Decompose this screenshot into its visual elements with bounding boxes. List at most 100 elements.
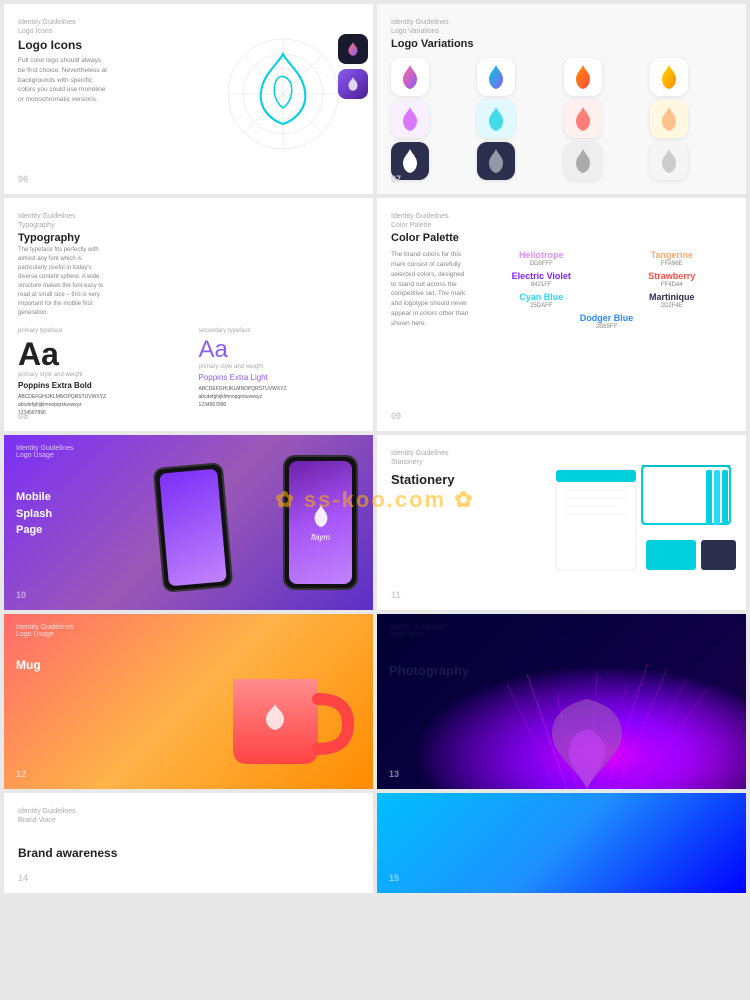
logo-variations-grid bbox=[391, 58, 732, 180]
color-palette-title: Color Palette bbox=[391, 232, 732, 244]
logo-outline-svg bbox=[223, 34, 343, 154]
app-icon-purple bbox=[338, 69, 368, 99]
typo-primary-col: primary typeface Aa primary style and we… bbox=[18, 328, 179, 417]
color-tangerine-name: Tangerine bbox=[612, 250, 733, 261]
logo-var-5 bbox=[391, 100, 429, 138]
color-strawberry: Strawberry FF4D44 bbox=[612, 271, 733, 288]
logo-var-11 bbox=[564, 142, 602, 180]
section-num-13: 13 bbox=[389, 769, 399, 779]
phone-front-screen: flaym bbox=[289, 461, 352, 584]
section-num-15: 15 bbox=[389, 873, 399, 883]
typo-secondary-name: Poppins Extra Light bbox=[199, 373, 360, 382]
phone-front: flaym bbox=[283, 455, 358, 590]
section-num-09: 09 bbox=[391, 411, 401, 421]
typo-primary-aa: Aa bbox=[18, 338, 179, 370]
color-strawberry-hex: FF4D44 bbox=[612, 282, 733, 288]
color-dodger-blue-name: Dodger Blue bbox=[481, 313, 732, 324]
typo-primary-name: Poppins Extra Bold bbox=[18, 381, 179, 390]
typo-secondary-sub: secondary typeface bbox=[199, 328, 360, 334]
card-mug: Identity Guidelines Logo Usage Mug bbox=[4, 614, 373, 789]
card-12-top: Identity Guidelines Logo Usage Mug bbox=[16, 624, 74, 672]
color-electric-violet-hex: 8421FF bbox=[481, 282, 602, 288]
section-num-07: 07 bbox=[391, 174, 401, 184]
phones-area: flaym bbox=[148, 445, 368, 600]
card-09-label: Identity Guidelines Color Palette bbox=[391, 212, 732, 230]
color-martinique-hex: 2D2F4E bbox=[612, 303, 733, 309]
section-num-14: 14 bbox=[18, 873, 28, 883]
color-martinique: Martinique 2D2F4E bbox=[612, 292, 733, 309]
color-heliotrope: Heliotrope DD8FFF bbox=[481, 250, 602, 267]
section-num-10: 10 bbox=[16, 590, 26, 600]
mug-svg bbox=[208, 649, 358, 779]
color-cyan-blue: Cyan Blue 25DAFF bbox=[481, 292, 602, 309]
logo-var-8 bbox=[650, 100, 688, 138]
logo-var-1 bbox=[391, 58, 429, 96]
logo-var-2 bbox=[477, 58, 515, 96]
card-typography: Identity Guidelines Typography Typograph… bbox=[4, 198, 373, 431]
logo-variations-title: Logo Variations bbox=[391, 38, 732, 50]
stationery-svg bbox=[551, 460, 741, 605]
app-icon-dark bbox=[338, 34, 368, 64]
card-10-label: Identity Guidelines Logo Usage bbox=[16, 445, 74, 459]
color-palette-right: Heliotrope DD8FFF Tangerine FFA96E Elect… bbox=[481, 250, 732, 329]
main-grid: Identity Guidelines Logo Icons Logo Icon… bbox=[0, 0, 750, 793]
card-07-label: Identity Guidelines Logo Variations bbox=[391, 18, 732, 36]
section-num-11: 11 bbox=[391, 590, 401, 600]
typography-section: primary typeface Aa primary style and we… bbox=[18, 328, 359, 417]
card-08-label: Identity Guidelines Typography bbox=[18, 212, 359, 230]
color-tangerine-hex: FFA96E bbox=[612, 261, 733, 267]
typo-secondary-aa: Aa bbox=[199, 338, 360, 362]
logo-var-10 bbox=[477, 142, 515, 180]
typo-primary-style: primary style and weight bbox=[18, 372, 179, 378]
color-cyan-blue-name: Cyan Blue bbox=[481, 292, 602, 303]
card-logo-icons: Identity Guidelines Logo Icons Logo Icon… bbox=[4, 4, 373, 194]
color-cyan-blue-hex: 25DAFF bbox=[481, 303, 602, 309]
mobile-splash-title: Mobile Splash Page bbox=[16, 489, 74, 539]
color-dodger-blue: Dodger Blue 2B89FF bbox=[481, 313, 732, 330]
mug-illustration bbox=[203, 639, 363, 779]
phone-back bbox=[153, 463, 234, 594]
logo-grid-area bbox=[223, 34, 353, 164]
logo-var-3 bbox=[564, 58, 602, 96]
color-palette-layout: The brand colors for this mark consist o… bbox=[391, 250, 732, 329]
card-stationery: Identity Guidelines Stationery Stationer… bbox=[377, 435, 746, 610]
color-dodger-blue-hex: 2B89FF bbox=[481, 324, 732, 330]
card-10-top: Identity Guidelines Logo Usage Mobile Sp… bbox=[16, 445, 74, 539]
typo-primary-chars: ABCDEFGHIJKLMNOPQRSTUVWXYZabcdefghijklmn… bbox=[18, 393, 179, 417]
color-strawberry-name: Strawberry bbox=[612, 271, 733, 282]
color-heliotrope-hex: DD8FFF bbox=[481, 261, 602, 267]
card-mobile-splash: Identity Guidelines Logo Usage Mobile Sp… bbox=[4, 435, 373, 610]
color-palette-desc: The brand colors for this mark consist o… bbox=[391, 250, 471, 329]
app-icons bbox=[338, 34, 368, 99]
logo-var-12 bbox=[650, 142, 688, 180]
typo-primary-sub: primary typeface bbox=[18, 328, 179, 334]
bottom-row: Identity Guidelines Brand Voice Brand aw… bbox=[0, 793, 750, 897]
card-blue-gradient: 15 bbox=[377, 793, 746, 893]
section-num-12: 12 bbox=[16, 769, 26, 779]
logo-icons-desc: Full color logo should always be first c… bbox=[18, 56, 108, 105]
phone-back-screen bbox=[159, 469, 227, 587]
typo-secondary-col: secondary typeface Aa primary style and … bbox=[199, 328, 360, 417]
fiber-optic-bg bbox=[377, 614, 746, 789]
typography-title: Typography bbox=[18, 232, 359, 244]
color-tangerine: Tangerine FFA96E bbox=[612, 250, 733, 267]
card-12-label: Identity Guidelines Logo Usage bbox=[16, 624, 74, 638]
logo-var-7 bbox=[564, 100, 602, 138]
color-heliotrope-name: Heliotrope bbox=[481, 250, 602, 261]
card-photography: Identity Guidelines Application Photogra… bbox=[377, 614, 746, 789]
phone-brand-label: flaym bbox=[311, 533, 330, 542]
card-color-palette: Identity Guidelines Color Palette Color … bbox=[377, 198, 746, 431]
stationery-visual bbox=[551, 460, 741, 600]
fiber-optic-svg bbox=[377, 614, 746, 789]
typography-desc: The typeface fits perfectly with almost … bbox=[18, 246, 108, 318]
card-brand-voice: Identity Guidelines Brand Voice Brand aw… bbox=[4, 793, 373, 893]
card-logo-variations: Identity Guidelines Logo Variations Logo… bbox=[377, 4, 746, 194]
logo-var-4 bbox=[650, 58, 688, 96]
card-14-label: Identity Guidelines Brand Voice bbox=[18, 807, 359, 825]
brand-awareness-title: Brand awareness bbox=[18, 846, 359, 860]
typo-secondary-chars: ABCDEFGHIJKLMNOPQRSTUVWXYZabcdefghijklmn… bbox=[199, 385, 360, 409]
section-num-06: 06 bbox=[18, 174, 28, 184]
color-martinique-name: Martinique bbox=[612, 292, 733, 303]
color-electric-violet: Electric Violet 8421FF bbox=[481, 271, 602, 288]
section-num-08: 08 bbox=[18, 411, 28, 421]
